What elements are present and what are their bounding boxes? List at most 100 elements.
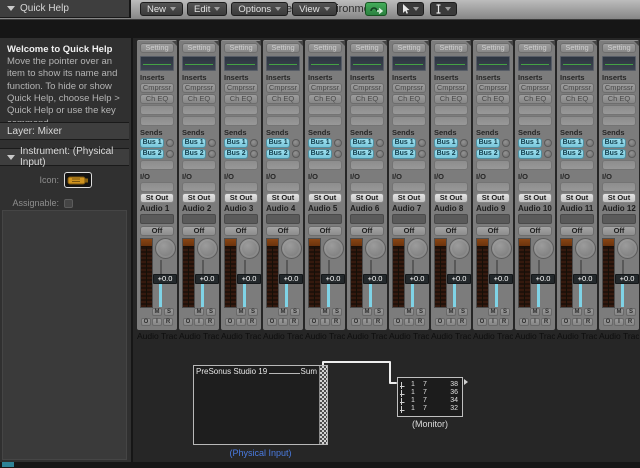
eq-display[interactable]: [560, 56, 594, 71]
send-level-knob[interactable]: [292, 139, 300, 147]
eq-display[interactable]: [266, 56, 300, 71]
insert-slot-cheq[interactable]: Ch EQ: [140, 94, 174, 104]
mute-button[interactable]: M: [446, 308, 456, 316]
send-bus2-button[interactable]: Bus 2: [560, 149, 585, 159]
insert-slot-compressor[interactable]: Cmprssr: [518, 83, 552, 93]
input-slot[interactable]: [518, 182, 552, 192]
insert-slot-compressor[interactable]: Cmprssr: [140, 83, 174, 93]
solo-button[interactable]: S: [416, 308, 426, 316]
insert-slot-empty[interactable]: [266, 105, 300, 115]
solo-button[interactable]: S: [290, 308, 300, 316]
channel-strip[interactable]: Setting Inserts Cmprssr Ch EQ Sends Bus …: [137, 40, 177, 330]
fader-track[interactable]: [412, 260, 414, 274]
input-monitor-button[interactable]: I: [152, 318, 162, 326]
input-slot[interactable]: [602, 182, 636, 192]
channel-strip[interactable]: Setting Inserts Cmprssr Ch EQ Sends Bus …: [473, 40, 513, 330]
send-level-knob[interactable]: [292, 150, 300, 158]
fader-track[interactable]: [328, 260, 330, 274]
eq-display[interactable]: [518, 56, 552, 71]
automation-mode-button[interactable]: Off: [266, 226, 300, 236]
send-bus1-button[interactable]: Bus 1: [476, 138, 501, 148]
input-slot[interactable]: [434, 182, 468, 192]
eq-display[interactable]: [224, 56, 258, 71]
input-monitor-button[interactable]: I: [614, 318, 624, 326]
menu-options[interactable]: Options: [231, 2, 289, 16]
input-monitor-button[interactable]: I: [530, 318, 540, 326]
menu-new[interactable]: New: [140, 2, 184, 16]
pan-knob[interactable]: [197, 238, 218, 259]
fader-track[interactable]: [454, 260, 456, 274]
output-monitor-button[interactable]: O: [309, 318, 319, 326]
send-level-knob[interactable]: [460, 139, 468, 147]
send-bus2-button[interactable]: Bus 2: [308, 149, 333, 159]
send-level-knob[interactable]: [166, 150, 174, 158]
insert-slot-empty[interactable]: [602, 105, 636, 115]
mute-button[interactable]: M: [614, 308, 624, 316]
insert-slot-compressor[interactable]: Cmprssr: [392, 83, 426, 93]
output-button[interactable]: St Out: [350, 193, 384, 203]
output-button[interactable]: St Out: [182, 193, 216, 203]
instrument-header-row[interactable]: Instrument: (Physical Input): [0, 146, 129, 168]
send-level-knob[interactable]: [208, 139, 216, 147]
insert-slot-empty[interactable]: [308, 116, 342, 126]
fader-position-line[interactable]: [411, 284, 414, 307]
input-monitor-button[interactable]: I: [404, 318, 414, 326]
automation-mode-button[interactable]: Off: [392, 226, 426, 236]
send-level-knob[interactable]: [502, 150, 510, 158]
insert-slot-compressor[interactable]: Cmprssr: [476, 83, 510, 93]
input-slot[interactable]: [476, 182, 510, 192]
setting-button[interactable]: Setting: [224, 43, 258, 53]
channel-strip[interactable]: Setting Inserts Cmprssr Ch EQ Sends Bus …: [389, 40, 429, 330]
insert-slot-cheq[interactable]: Ch EQ: [308, 94, 342, 104]
mute-button[interactable]: M: [278, 308, 288, 316]
output-monitor-button[interactable]: O: [225, 318, 235, 326]
fader-position-line[interactable]: [579, 284, 582, 307]
eq-display[interactable]: [308, 56, 342, 71]
send-slot-empty[interactable]: [560, 160, 594, 170]
input-monitor-button[interactable]: I: [278, 318, 288, 326]
output-button[interactable]: St Out: [308, 193, 342, 203]
automation-mode-button[interactable]: Off: [434, 226, 468, 236]
send-bus2-button[interactable]: Bus 2: [182, 149, 207, 159]
send-slot-empty[interactable]: [266, 160, 300, 170]
insert-slot-compressor[interactable]: Cmprssr: [266, 83, 300, 93]
send-level-knob[interactable]: [544, 139, 552, 147]
input-monitor-button[interactable]: I: [236, 318, 246, 326]
fader-track[interactable]: [496, 260, 498, 274]
send-bus1-button[interactable]: Bus 1: [266, 138, 291, 148]
insert-slot-cheq[interactable]: Ch EQ: [350, 94, 384, 104]
solo-button[interactable]: S: [374, 308, 384, 316]
send-bus1-button[interactable]: Bus 1: [308, 138, 333, 148]
gain-value[interactable]: +0.0: [489, 274, 513, 284]
output-monitor-button[interactable]: O: [183, 318, 193, 326]
insert-slot-empty[interactable]: [140, 116, 174, 126]
send-level-knob[interactable]: [628, 150, 636, 158]
eq-display[interactable]: [602, 56, 636, 71]
send-level-knob[interactable]: [586, 139, 594, 147]
insert-slot-cheq[interactable]: Ch EQ: [518, 94, 552, 104]
send-slot-empty[interactable]: [140, 160, 174, 170]
gain-value[interactable]: +0.0: [153, 274, 177, 284]
insert-slot-empty[interactable]: [392, 116, 426, 126]
send-slot-empty[interactable]: [476, 160, 510, 170]
output-monitor-button[interactable]: O: [477, 318, 487, 326]
fader-track[interactable]: [370, 260, 372, 274]
mute-button[interactable]: M: [362, 308, 372, 316]
record-enable-button[interactable]: R: [373, 318, 383, 326]
assignable-checkbox[interactable]: [64, 198, 73, 208]
send-level-knob[interactable]: [334, 139, 342, 147]
send-level-knob[interactable]: [250, 150, 258, 158]
insert-slot-empty[interactable]: [518, 105, 552, 115]
send-slot-empty[interactable]: [602, 160, 636, 170]
insert-slot-cheq[interactable]: Ch EQ: [182, 94, 216, 104]
send-bus2-button[interactable]: Bus 2: [392, 149, 417, 159]
insert-slot-compressor[interactable]: Cmprssr: [308, 83, 342, 93]
input-slot[interactable]: [560, 182, 594, 192]
gain-value[interactable]: +0.0: [195, 274, 219, 284]
channel-strip[interactable]: Setting Inserts Cmprssr Ch EQ Sends Bus …: [431, 40, 471, 330]
insert-slot-cheq[interactable]: Ch EQ: [602, 94, 636, 104]
group-slot[interactable]: [560, 214, 594, 224]
insert-slot-compressor[interactable]: Cmprssr: [560, 83, 594, 93]
eq-display[interactable]: [476, 56, 510, 71]
channel-strip[interactable]: Setting Inserts Cmprssr Ch EQ Sends Bus …: [221, 40, 261, 330]
